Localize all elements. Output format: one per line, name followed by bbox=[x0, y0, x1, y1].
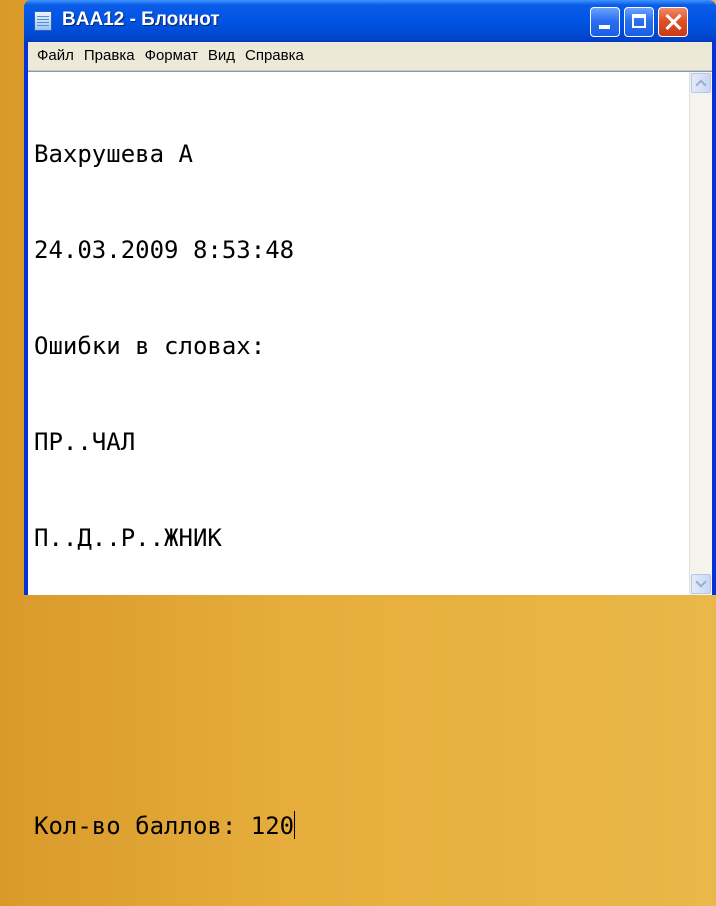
title-bar[interactable]: BAA12 - Блокнот bbox=[24, 0, 716, 42]
notepad-icon[interactable] bbox=[34, 11, 52, 31]
menu-view[interactable]: Вид bbox=[203, 42, 240, 70]
text-line: П..Д..Р..ЖНИК bbox=[34, 524, 222, 552]
text-line: Ошибки в словах: bbox=[34, 332, 266, 360]
notepad-window: BAA12 - Блокнот Файл Правка Формат Вид С… bbox=[24, 0, 716, 840]
close-button[interactable] bbox=[658, 7, 688, 37]
menu-bar: Файл Правка Формат Вид Справка bbox=[28, 42, 712, 71]
menu-help[interactable]: Справка bbox=[240, 42, 309, 70]
score-text: Кол-во баллов: 120 bbox=[34, 812, 295, 840]
text-caret bbox=[294, 811, 296, 839]
scroll-down-arrow-icon[interactable] bbox=[691, 574, 711, 594]
text-editor[interactable]: Вахрушева А 24.03.2009 8:53:48 Ошибки в … bbox=[28, 71, 712, 840]
menu-file[interactable]: Файл bbox=[32, 42, 79, 70]
minimize-button[interactable] bbox=[590, 7, 620, 37]
vertical-scrollbar[interactable] bbox=[689, 72, 712, 595]
text-line: ПР..ЧАЛ bbox=[34, 428, 136, 456]
text-line bbox=[34, 618, 684, 650]
text-line: Вахрушева А bbox=[34, 140, 193, 168]
window-title: BAA12 - Блокнот bbox=[62, 9, 220, 30]
scroll-up-arrow-icon[interactable] bbox=[691, 73, 711, 93]
score-line: Кол-во баллов: 120 bbox=[34, 810, 684, 842]
text-area[interactable]: Вахрушева А 24.03.2009 8:53:48 Ошибки в … bbox=[28, 72, 690, 840]
menu-edit[interactable]: Правка bbox=[79, 42, 140, 70]
text-line: 24.03.2009 8:53:48 bbox=[34, 236, 295, 264]
menu-format[interactable]: Формат bbox=[140, 42, 203, 70]
maximize-button[interactable] bbox=[624, 7, 654, 37]
text-line bbox=[34, 714, 684, 746]
